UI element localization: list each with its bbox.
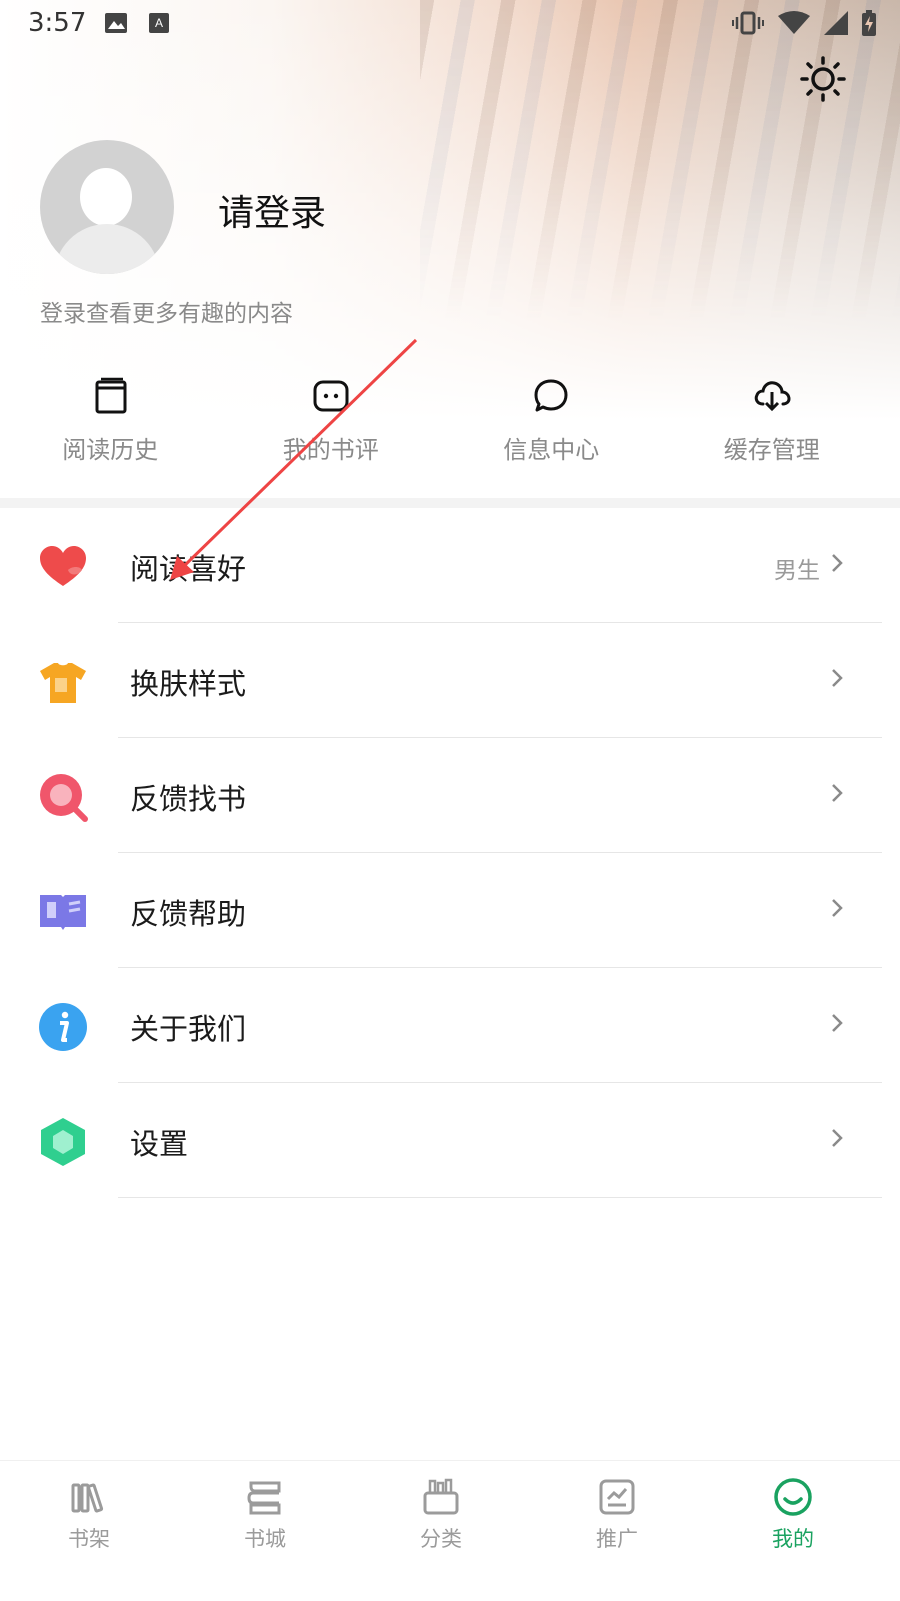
avatar-body-shape xyxy=(54,224,160,274)
menu-item-reading-preference[interactable]: 阅读喜好 男生 xyxy=(0,508,882,623)
chevron-right-icon xyxy=(832,669,843,687)
sun-icon xyxy=(800,56,846,102)
image-icon xyxy=(105,13,127,33)
signal-icon xyxy=(824,11,848,35)
keyboard-a-icon: A xyxy=(149,13,169,33)
smile-face-icon xyxy=(774,1478,812,1516)
nav-item-bookshelf[interactable]: 书架 xyxy=(29,1477,149,1553)
menu-divider xyxy=(118,1197,882,1198)
menu-item-about-us[interactable]: 关于我们 xyxy=(0,968,882,1083)
section-divider xyxy=(0,498,900,508)
heart-icon xyxy=(40,546,86,586)
chevron-right-icon xyxy=(832,554,843,572)
menu-item-skin-style[interactable]: 换肤样式 xyxy=(0,623,882,738)
battery-charging-icon xyxy=(862,10,876,36)
menu-item-feedback-help[interactable]: 反馈帮助 xyxy=(0,853,882,968)
chevron-right-icon xyxy=(832,1014,843,1032)
status-time: 3:57 xyxy=(28,8,87,38)
book-stack-icon xyxy=(247,1481,281,1515)
menu-item-feedback-find-book[interactable]: 反馈找书 xyxy=(0,738,882,853)
bookshelf-icon xyxy=(71,1483,104,1513)
hexagon-settings-icon xyxy=(41,1118,85,1166)
search-icon xyxy=(40,774,88,822)
nav-label: 我的 xyxy=(772,1527,814,1551)
chevron-right-icon xyxy=(832,784,843,802)
nav-item-promotion[interactable]: 推广 xyxy=(557,1477,677,1553)
nav-label: 分类 xyxy=(420,1527,462,1551)
login-title[interactable]: 请登录 xyxy=(218,184,326,236)
quick-action-message-center[interactable]: 信息中心 xyxy=(441,376,662,476)
quick-action-reading-history[interactable]: 阅读历史 xyxy=(0,376,221,476)
settings-menu: 阅读喜好 男生 换肤样式 反馈找书 反馈帮助 关于我们 设置 xyxy=(0,508,882,1198)
quick-action-cache-management[interactable]: 缓存管理 xyxy=(662,376,883,476)
tshirt-icon xyxy=(40,663,86,703)
quick-action-label: 阅读历史 xyxy=(62,436,159,464)
nav-item-bookstore[interactable]: 书城 xyxy=(205,1477,325,1553)
menu-item-settings[interactable]: 设置 xyxy=(0,1083,882,1198)
quick-action-label: 我的书评 xyxy=(282,436,379,464)
login-subtitle: 登录查看更多有趣的内容 xyxy=(40,301,293,327)
brightness-toggle-button[interactable] xyxy=(800,56,846,102)
menu-item-label: 阅读喜好 xyxy=(130,552,247,586)
chevron-right-icon xyxy=(832,899,843,917)
reading-preference-value: 男生 xyxy=(774,558,820,584)
avatar[interactable] xyxy=(40,140,174,274)
menu-item-label: 关于我们 xyxy=(130,1012,247,1046)
quick-actions-row: 阅读历史 我的书评 信息中心 缓存管理 xyxy=(0,376,882,476)
category-box-icon xyxy=(423,1478,459,1515)
menu-item-label: 反馈帮助 xyxy=(130,897,247,931)
menu-item-label: 反馈找书 xyxy=(130,782,247,816)
menu-item-label: 换肤样式 xyxy=(130,667,247,701)
comment-box-icon xyxy=(313,380,349,412)
status-bar: 3:57 A xyxy=(0,0,900,50)
quick-action-label: 缓存管理 xyxy=(723,436,820,464)
promo-chart-icon xyxy=(599,1479,635,1515)
book-icon xyxy=(95,377,127,414)
chat-bubble-icon xyxy=(534,379,568,412)
vibrate-icon xyxy=(732,11,764,35)
svg-text:A: A xyxy=(155,16,163,30)
nav-label: 推广 xyxy=(596,1527,638,1551)
nav-label: 书架 xyxy=(68,1527,110,1551)
nav-item-category[interactable]: 分类 xyxy=(381,1477,501,1553)
quick-action-label: 信息中心 xyxy=(503,436,600,464)
avatar-head-shape xyxy=(80,168,132,226)
quick-action-my-reviews[interactable]: 我的书评 xyxy=(221,376,442,476)
cloud-download-icon xyxy=(754,381,791,412)
open-book-icon xyxy=(40,895,86,930)
info-icon xyxy=(39,1003,87,1051)
nav-label: 书城 xyxy=(244,1527,286,1551)
menu-item-label: 设置 xyxy=(130,1127,189,1161)
bottom-navigation: 书架 书城 分类 推广 我的 xyxy=(0,1460,900,1601)
chevron-right-icon xyxy=(832,1129,843,1147)
wifi-icon xyxy=(778,11,810,34)
nav-item-mine[interactable]: 我的 xyxy=(733,1477,853,1553)
